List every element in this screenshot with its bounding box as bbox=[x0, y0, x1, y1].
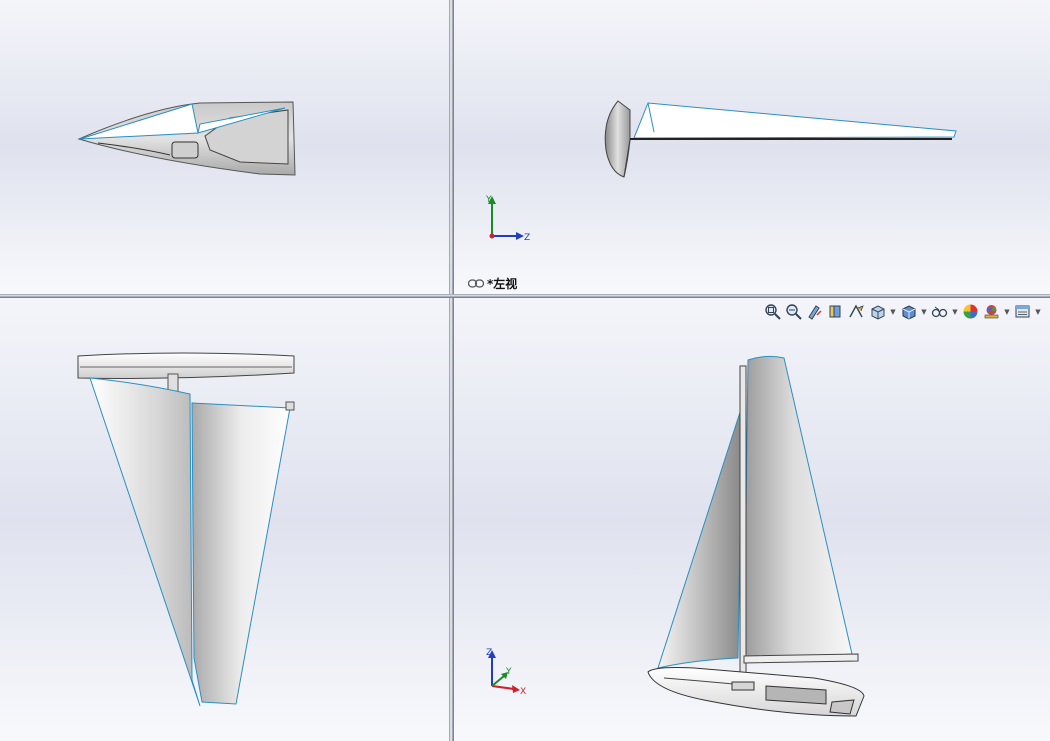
jib-front bbox=[89, 377, 201, 707]
boom-iso bbox=[743, 653, 859, 664]
triad-y-label: Y bbox=[485, 195, 492, 205]
triad-y-label: Y bbox=[505, 667, 512, 677]
hatch bbox=[171, 141, 199, 159]
front-view-model bbox=[77, 352, 295, 707]
viewport-bottom-right[interactable]: ▼ ▼ ▼ ▼ ▼ Z Y X bbox=[454, 298, 1050, 741]
sail-top bbox=[79, 103, 199, 140]
main-front bbox=[191, 402, 291, 705]
mainsail-iso bbox=[743, 355, 853, 662]
coordinate-triad: Y Z bbox=[485, 195, 530, 243]
triad-z-label: Z bbox=[486, 648, 492, 658]
left-view-model bbox=[604, 100, 957, 178]
viewport-bottom-left[interactable] bbox=[0, 298, 449, 741]
viewport-top-right[interactable]: Y Z *左视 bbox=[454, 0, 1050, 294]
sail-side bbox=[633, 102, 957, 139]
mast-iso bbox=[739, 365, 747, 687]
viewport-splitter-vertical[interactable] bbox=[449, 0, 454, 741]
hull-front bbox=[77, 352, 295, 379]
jib-iso bbox=[657, 405, 743, 669]
view-label-text: *左视 bbox=[487, 277, 518, 291]
view-label: *左视 bbox=[468, 275, 517, 292]
triad-x-label: X bbox=[520, 687, 526, 697]
viewport-top-left[interactable] bbox=[0, 0, 449, 294]
top-view-model bbox=[77, 101, 296, 176]
link-icon bbox=[468, 279, 484, 288]
viewport-splitter-horizontal[interactable] bbox=[0, 294, 1050, 298]
coordinate-triad: Z Y X bbox=[486, 648, 526, 697]
triad-z-label: Z bbox=[524, 233, 530, 243]
